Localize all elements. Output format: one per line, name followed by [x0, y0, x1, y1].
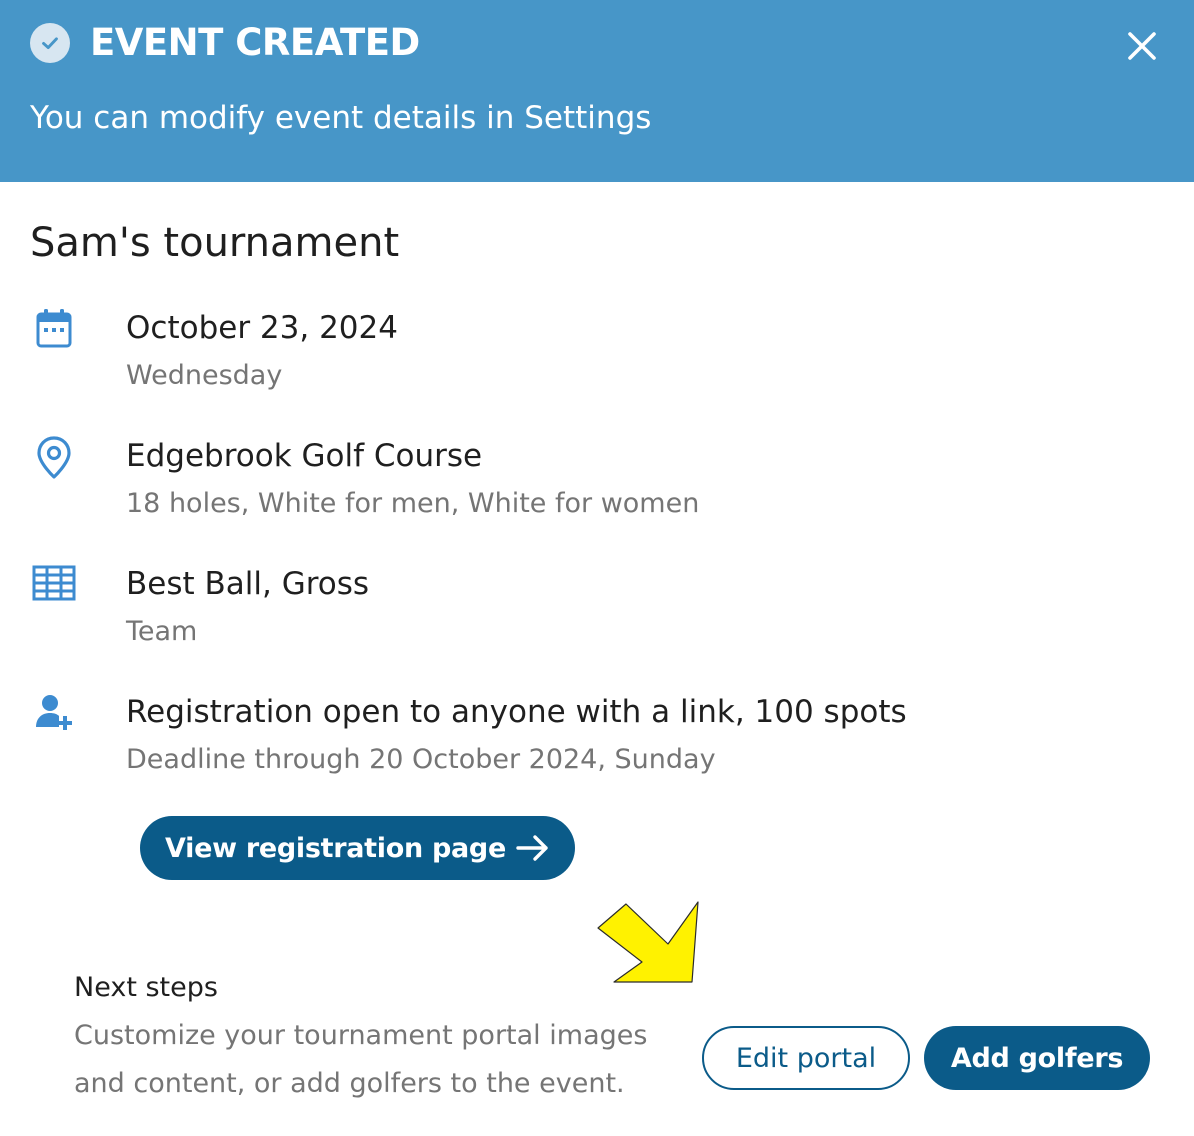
- game-format: Best Ball, Gross: [126, 566, 370, 602]
- next-steps-title: Next steps: [74, 972, 218, 1003]
- success-banner: EVENT CREATED You can modify event detai…: [0, 0, 1194, 182]
- event-name: Sam's tournament: [30, 220, 400, 266]
- check-circle-icon: [30, 23, 70, 63]
- course-name: Edgebrook Golf Course: [126, 438, 483, 474]
- banner-subtitle: You can modify event details in Settings: [30, 100, 652, 136]
- event-date-row: October 23, 2024 Wednesday: [0, 307, 1194, 407]
- add-golfers-button[interactable]: Add golfers: [924, 1026, 1150, 1090]
- registration-deadline: Deadline through 20 October 2024, Sunday: [126, 744, 716, 775]
- event-location-row: Edgebrook Golf Course 18 holes, White fo…: [0, 435, 1194, 535]
- view-registration-label: View registration page: [165, 832, 506, 864]
- event-weekday: Wednesday: [126, 360, 283, 391]
- course-details: 18 holes, White for men, White for women: [126, 488, 700, 519]
- event-format-row: Best Ball, Gross Team: [0, 563, 1194, 663]
- grid-table-icon: [30, 563, 78, 611]
- close-button[interactable]: [1120, 24, 1164, 68]
- registration-summary: Registration open to anyone with a link,…: [126, 694, 907, 730]
- game-type: Team: [126, 616, 198, 647]
- arrow-right-icon: [516, 835, 548, 861]
- edit-portal-button[interactable]: Edit portal: [702, 1026, 910, 1090]
- map-pin-icon: [30, 435, 78, 483]
- event-registration-row: Registration open to anyone with a link,…: [0, 691, 1194, 791]
- event-created-dialog: EVENT CREATED You can modify event detai…: [0, 0, 1194, 1136]
- calendar-icon: [30, 307, 78, 355]
- view-registration-page-button[interactable]: View registration page: [140, 816, 575, 880]
- annotation-arrow-icon: [597, 901, 699, 983]
- next-steps-description: Customize your tournament portal images …: [74, 1020, 648, 1099]
- banner-title: EVENT CREATED: [90, 21, 420, 64]
- close-icon: [1128, 32, 1156, 60]
- event-date: October 23, 2024: [126, 310, 398, 346]
- add-person-icon: [30, 691, 78, 739]
